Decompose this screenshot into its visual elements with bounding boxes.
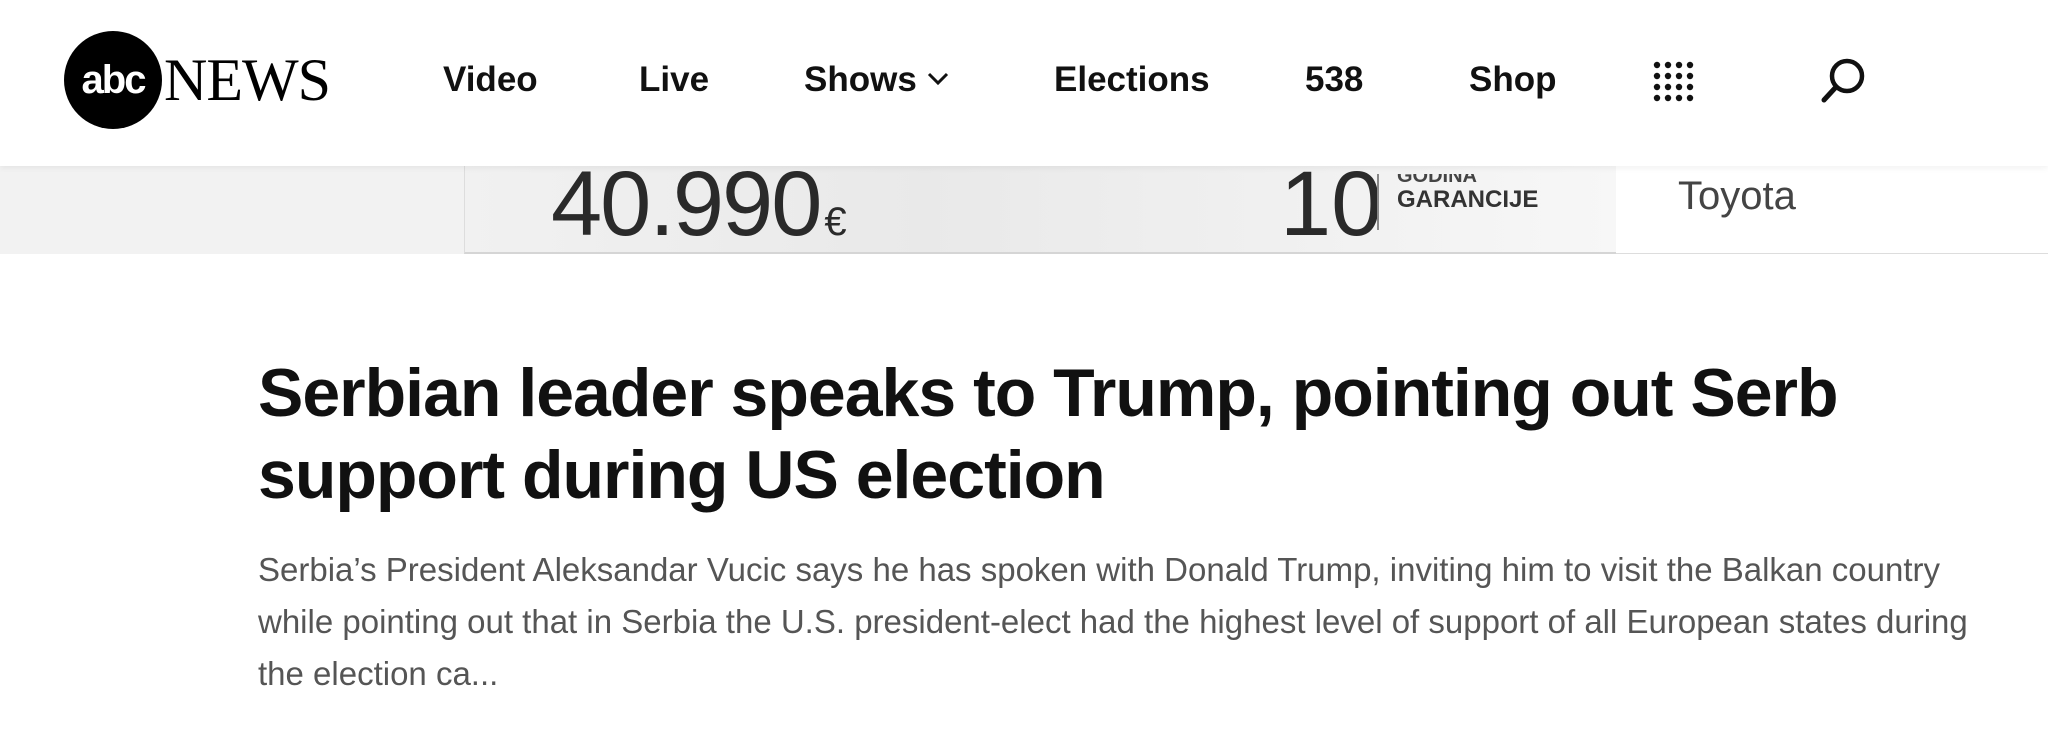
article-headline[interactable]: Serbian leader speaks to Trump, pointing… xyxy=(258,352,1978,516)
logo-wordmark: NEWS xyxy=(164,47,331,113)
nav-video[interactable]: Video xyxy=(443,58,538,102)
ad-warranty-line1: GODINA xyxy=(1397,166,1477,187)
article-summary: Serbia’s President Aleksandar Vucic says… xyxy=(258,551,1968,692)
ad-brand: Toyota xyxy=(1678,174,1796,218)
ad-currency: € xyxy=(824,200,846,244)
nav-shows-label: Shows xyxy=(804,60,917,99)
abc-logo-mark: abc xyxy=(64,31,162,129)
ad-price-value: 40.990 xyxy=(551,166,822,254)
search-icon[interactable] xyxy=(1820,56,1868,104)
chevron-down-icon xyxy=(927,72,948,85)
ad-warranty-years: 10 xyxy=(1280,166,1383,254)
ad-brand-panel[interactable]: Toyota xyxy=(1616,166,2048,254)
ad-divider xyxy=(1377,174,1379,230)
abc-news-logo[interactable]: abc NEWS xyxy=(64,30,331,130)
ad-banner[interactable]: 40.990 € 10 GODINA GARANCIJE xyxy=(464,166,1616,254)
nav-elections[interactable]: Elections xyxy=(1054,58,1210,102)
grid-icon[interactable] xyxy=(1652,60,1694,102)
ad-warranty-line2: GARANCIJE xyxy=(1397,186,1539,213)
ad-price: 40.990 € xyxy=(551,166,847,250)
nav-shows[interactable]: Shows xyxy=(804,58,949,102)
nav-live[interactable]: Live xyxy=(639,58,709,102)
nav-shop[interactable]: Shop xyxy=(1469,58,1556,102)
nav-538[interactable]: 538 xyxy=(1305,58,1363,102)
site-header: abc NEWS Video Live Shows Elections 538 … xyxy=(0,0,2048,166)
